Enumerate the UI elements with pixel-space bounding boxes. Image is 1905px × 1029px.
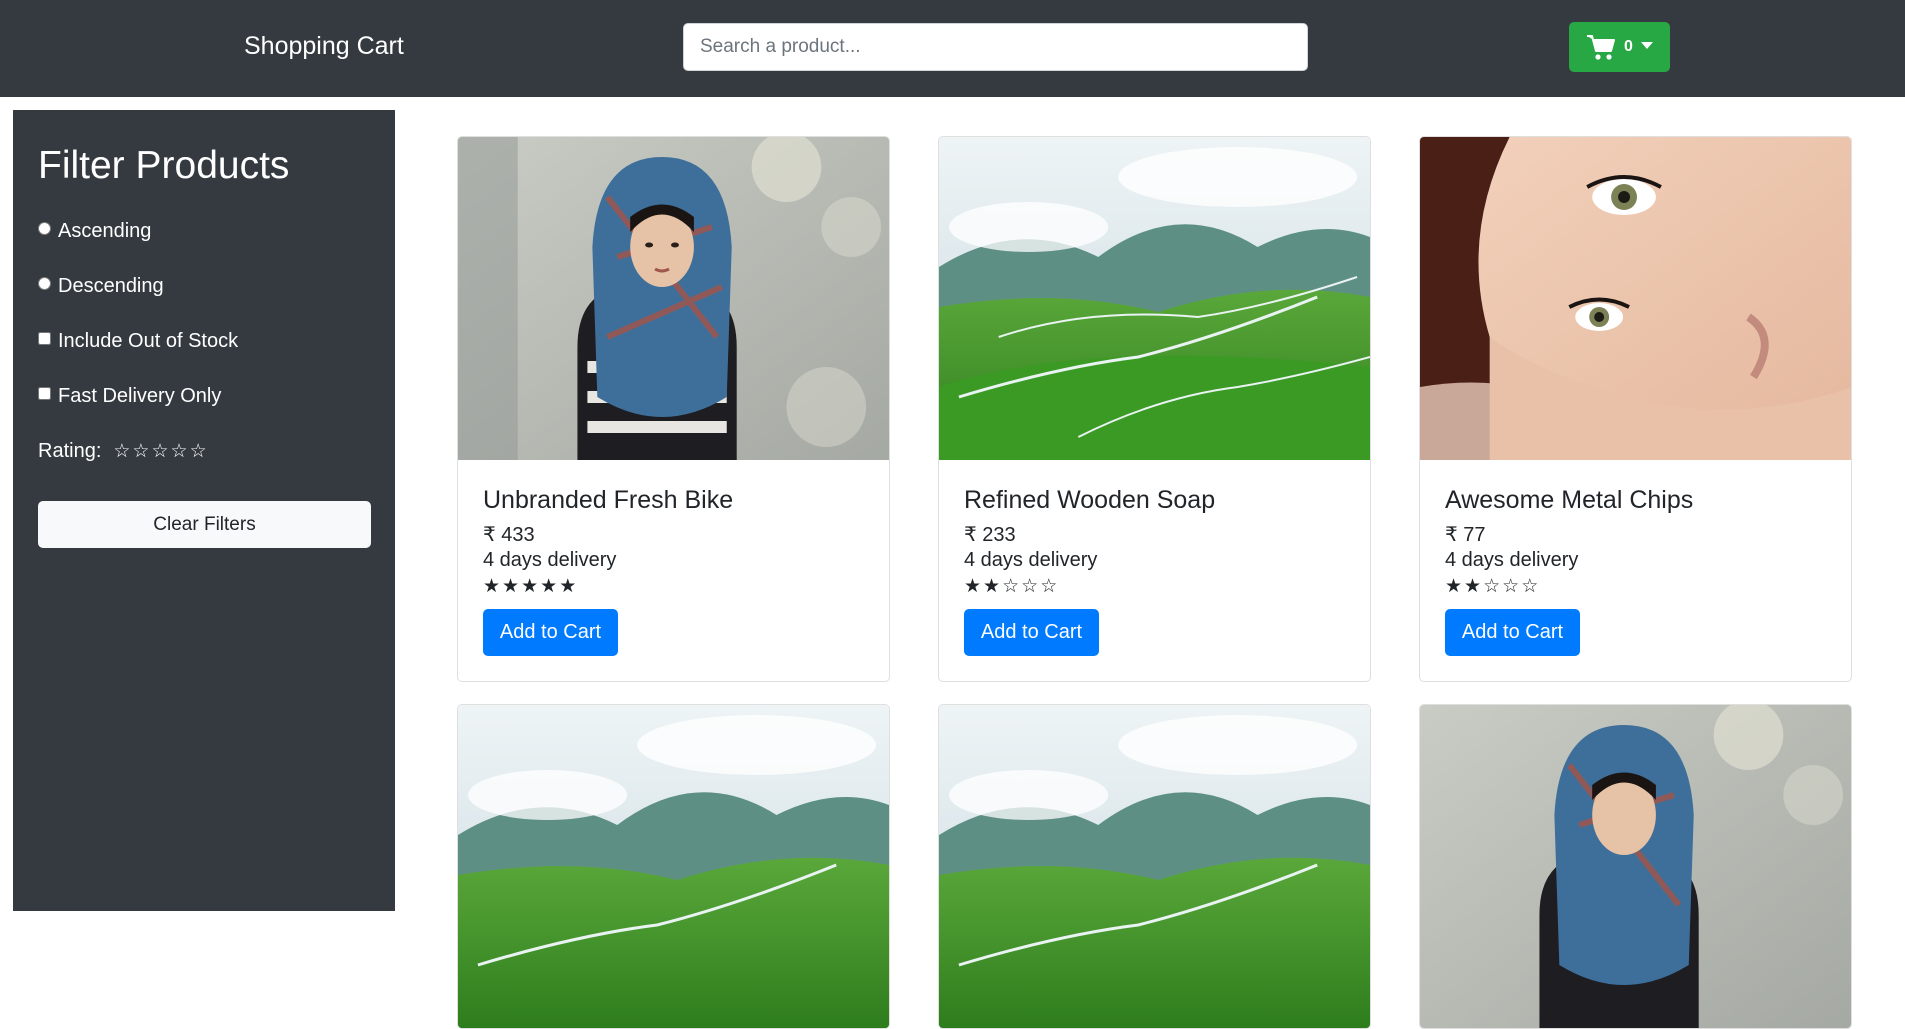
filter-sidebar: Filter Products Ascending Descending Inc… [13, 110, 395, 911]
add-to-cart-button[interactable]: Add to Cart [1445, 609, 1580, 656]
star-outline-icon: ☆ [1002, 575, 1020, 597]
product-title: Refined Wooden Soap [964, 486, 1216, 514]
star-outline-icon: ☆ [1021, 575, 1039, 597]
star-filled-icon: ★ [1445, 575, 1463, 597]
star-filled-icon: ★ [983, 575, 1001, 597]
cart-count-badge: 0 [1624, 38, 1633, 55]
fast-delivery-checkbox[interactable] [38, 387, 51, 400]
out-of-stock-label: Include Out of Stock [58, 330, 239, 352]
product-rating: ★ ★ ☆ ☆ ☆ [1445, 575, 1826, 597]
navbar: Shopping Cart 0 [0, 0, 1905, 97]
add-to-cart-button[interactable]: Add to Cart [964, 609, 1099, 656]
out-of-stock-option[interactable]: Include Out of Stock [38, 330, 238, 353]
caret-down-icon [1640, 41, 1653, 49]
clear-filters-button[interactable]: Clear Filters [38, 501, 371, 548]
ascending-radio[interactable] [38, 222, 51, 235]
product-rating: ★ ★ ☆ ☆ ☆ [964, 575, 1345, 597]
filter-title: Filter Products [38, 144, 290, 187]
star-filled-icon: ★ [540, 575, 558, 597]
product-card: Unbranded Fresh Bike ₹ 433 4 days delive… [457, 136, 890, 682]
descending-radio[interactable] [38, 277, 51, 290]
product-price: ₹ 233 [964, 524, 1016, 546]
star-outline-icon: ☆ [1483, 575, 1501, 597]
add-to-cart-button[interactable]: Add to Cart [483, 609, 618, 656]
star-outline-icon[interactable]: ☆ [113, 442, 130, 461]
star-filled-icon: ★ [502, 575, 520, 597]
product-image [458, 705, 889, 1028]
star-filled-icon: ★ [1464, 575, 1482, 597]
ascending-label: Ascending [58, 220, 152, 242]
product-image [1420, 137, 1851, 460]
cart-dropdown-button[interactable]: 0 [1569, 22, 1670, 72]
star-filled-icon: ★ [964, 575, 982, 597]
product-price: ₹ 77 [1445, 524, 1486, 546]
fast-delivery-option[interactable]: Fast Delivery Only [38, 385, 221, 408]
star-outline-icon[interactable]: ☆ [151, 442, 168, 461]
rating-label: Rating: [38, 440, 102, 462]
product-image [1420, 705, 1851, 1028]
star-filled-icon: ★ [483, 575, 501, 597]
product-delivery: 4 days delivery [483, 549, 617, 571]
product-title: Awesome Metal Chips [1445, 486, 1694, 514]
product-card [457, 704, 890, 1029]
star-outline-icon[interactable]: ☆ [132, 442, 149, 461]
out-of-stock-checkbox[interactable] [38, 332, 51, 345]
star-outline-icon: ☆ [1521, 575, 1539, 597]
product-image [939, 137, 1370, 460]
rating-filter: Rating: ☆ ☆ ☆ ☆ ☆ [38, 440, 207, 463]
star-outline-icon: ☆ [1502, 575, 1520, 597]
product-image [458, 137, 889, 460]
brand-title[interactable]: Shopping Cart [244, 32, 404, 61]
product-rating: ★ ★ ★ ★ ★ [483, 575, 864, 597]
cart-icon [1587, 35, 1616, 60]
star-filled-icon: ★ [521, 575, 539, 597]
product-delivery: 4 days delivery [964, 549, 1098, 571]
product-card [938, 704, 1371, 1029]
star-filled-icon: ★ [559, 575, 577, 597]
product-card: Refined Wooden Soap ₹ 233 4 days deliver… [938, 136, 1371, 682]
descending-label: Descending [58, 275, 164, 297]
star-outline-icon[interactable]: ☆ [171, 442, 188, 461]
product-delivery: 4 days delivery [1445, 549, 1579, 571]
product-price: ₹ 433 [483, 524, 535, 546]
fast-delivery-label: Fast Delivery Only [58, 385, 222, 407]
ascending-option[interactable]: Ascending [38, 220, 151, 243]
product-card [1419, 704, 1852, 1029]
product-title: Unbranded Fresh Bike [483, 486, 734, 514]
star-outline-icon[interactable]: ☆ [190, 442, 207, 461]
product-card: Awesome Metal Chips ₹ 77 4 days delivery… [1419, 136, 1852, 682]
rating-stars: ☆ ☆ ☆ ☆ ☆ [113, 442, 206, 461]
search-input[interactable] [683, 23, 1308, 71]
product-image [939, 705, 1370, 1028]
star-outline-icon: ☆ [1040, 575, 1058, 597]
descending-option[interactable]: Descending [38, 275, 164, 298]
